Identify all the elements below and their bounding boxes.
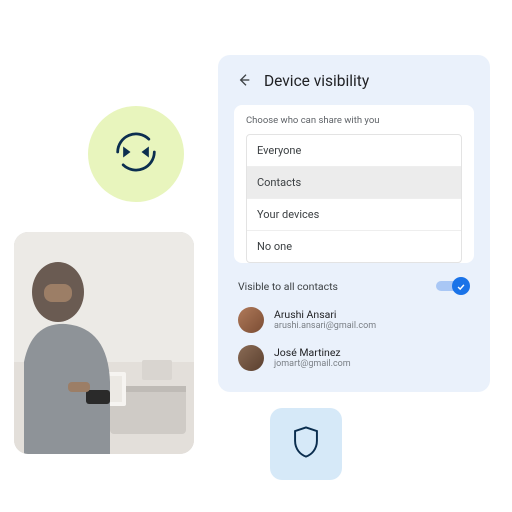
option-your-devices[interactable]: Your devices: [247, 199, 461, 231]
contact-row[interactable]: José Martinez jomart@gmail.com: [234, 339, 474, 377]
shield-icon: [291, 425, 321, 463]
option-prompt: Choose who can share with you: [246, 115, 462, 126]
shield-tile: [270, 408, 342, 480]
avatar: [238, 345, 264, 371]
avatar: [238, 307, 264, 333]
panel-header: Device visibility: [234, 71, 474, 91]
transfer-badge: [88, 106, 184, 202]
back-button[interactable]: [234, 71, 254, 91]
contact-name: Arushi Ansari: [274, 308, 376, 321]
contact-text: José Martinez jomart@gmail.com: [274, 346, 351, 370]
option-everyone[interactable]: Everyone: [247, 135, 461, 167]
panel-title: Device visibility: [264, 72, 369, 90]
visibility-option-list: Everyone Contacts Your devices No one: [246, 134, 462, 263]
visible-to-contacts-label: Visible to all contacts: [238, 280, 338, 293]
option-contacts[interactable]: Contacts: [247, 167, 461, 199]
contact-text: Arushi Ansari arushi.ansari@gmail.com: [274, 308, 376, 332]
contact-row[interactable]: Arushi Ansari arushi.ansari@gmail.com: [234, 301, 474, 339]
contact-name: José Martinez: [274, 346, 351, 359]
contact-email: arushi.ansari@gmail.com: [274, 321, 376, 332]
transfer-icon: [114, 130, 158, 178]
visible-to-contacts-row: Visible to all contacts: [234, 277, 474, 301]
visibility-card: Choose who can share with you Everyone C…: [234, 105, 474, 263]
back-arrow-icon: [236, 72, 252, 91]
check-icon: [456, 277, 466, 296]
contact-email: jomart@gmail.com: [274, 359, 351, 370]
lifestyle-photo: [14, 232, 194, 454]
visible-toggle[interactable]: [436, 277, 470, 295]
option-no-one[interactable]: No one: [247, 231, 461, 262]
device-visibility-panel: Device visibility Choose who can share w…: [218, 55, 490, 392]
